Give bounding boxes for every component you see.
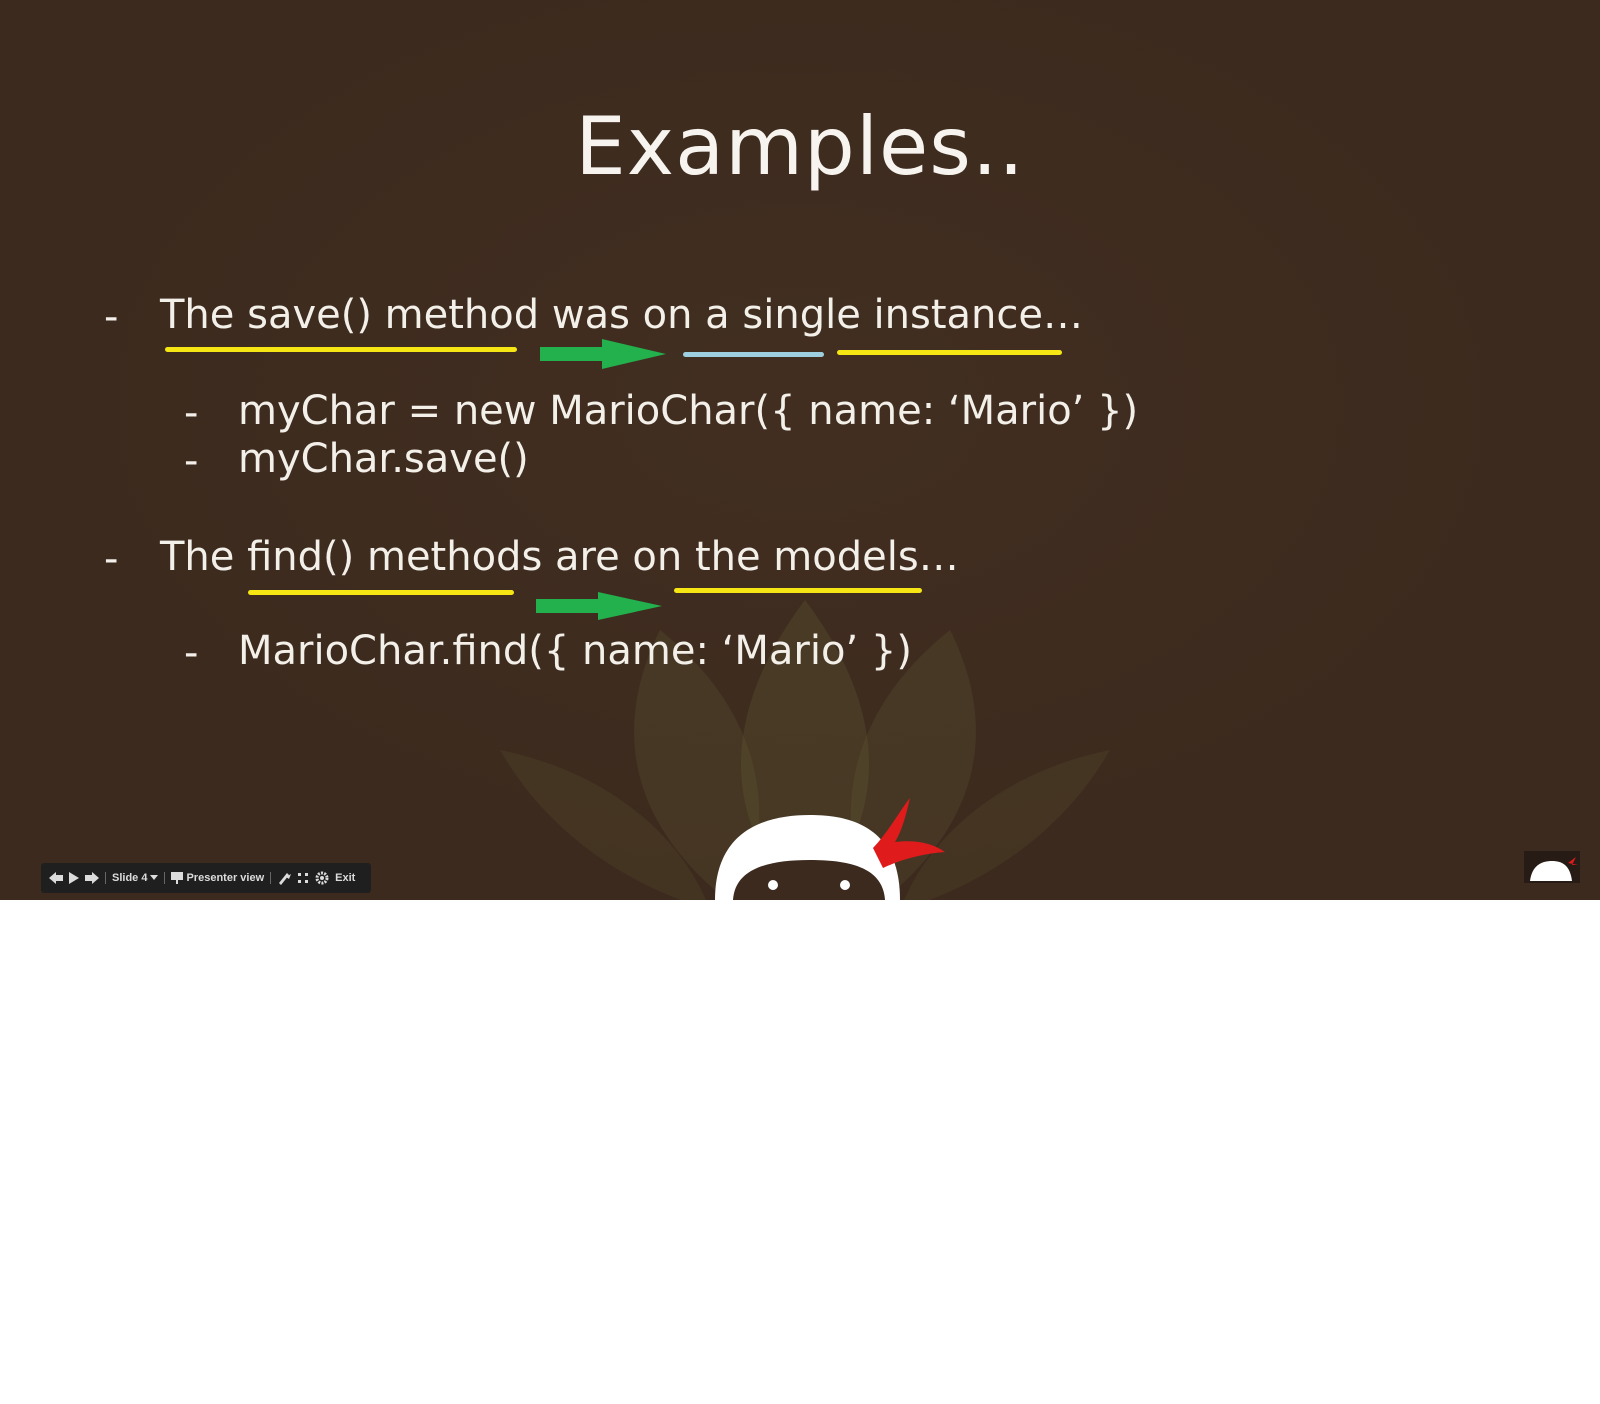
- laser-pointer-icon: [279, 873, 292, 885]
- settings-button[interactable]: [315, 871, 329, 885]
- toolbar-separator: [105, 872, 106, 884]
- bullet-save-instance: The save() method was on a single instan…: [160, 292, 1083, 338]
- green-arrow: [536, 592, 662, 620]
- fullscreen-button[interactable]: [297, 872, 309, 884]
- bullet-dash: -: [104, 536, 119, 582]
- sub-bullet-dash: -: [184, 630, 199, 676]
- ninja-mascot: [715, 798, 945, 900]
- next-slide-button[interactable]: [85, 872, 99, 884]
- exit-button[interactable]: Exit: [335, 872, 355, 884]
- play-icon: [69, 872, 79, 884]
- exit-label: Exit: [335, 872, 356, 884]
- laser-pointer-button[interactable]: [277, 871, 292, 885]
- ninja-logo-icon: [1524, 851, 1580, 883]
- previous-slide-button[interactable]: [49, 872, 63, 884]
- underline-yellow: [837, 350, 1062, 355]
- chevron-down-icon: [150, 875, 159, 880]
- presenter-screen-icon: [171, 872, 184, 884]
- underline-yellow: [165, 347, 517, 352]
- sub-bullet-dash: -: [184, 438, 199, 484]
- slide-number-label: Slide 4: [112, 872, 148, 884]
- toolbar-separator: [164, 872, 166, 884]
- presenter-view-label: Presenter view: [186, 872, 265, 884]
- arrow-left-icon: [49, 872, 63, 884]
- gear-icon: [315, 871, 329, 885]
- arrow-right-icon: [85, 872, 99, 884]
- play-button[interactable]: [69, 872, 79, 884]
- presenter-view-button[interactable]: Presenter view: [171, 872, 264, 884]
- code-mychar-save: myChar.save(): [238, 436, 529, 482]
- slide: Examples.. - The save() method was on a …: [0, 0, 1600, 900]
- fullscreen-icon: [298, 873, 309, 883]
- bullet-find-models: The find() methods are on the models…: [160, 534, 959, 580]
- slide-title: Examples..: [575, 100, 1025, 193]
- bullet-dash: -: [104, 294, 119, 340]
- code-new-mariochar: myChar = new MarioChar({ name: ‘Mario’ }…: [238, 388, 1139, 434]
- slide-selector[interactable]: Slide 4: [112, 872, 159, 884]
- slideshow-toolbar: Slide 4 Presenter view Exit: [41, 863, 371, 893]
- sub-bullet-dash: -: [184, 390, 199, 436]
- underline-blue: [683, 352, 824, 357]
- green-arrow: [540, 339, 666, 369]
- underline-yellow: [248, 590, 514, 595]
- underline-yellow: [674, 588, 922, 593]
- toolbar-separator: [270, 872, 272, 884]
- code-mariochar-find: MarioChar.find({ name: ‘Mario’ }): [238, 628, 912, 674]
